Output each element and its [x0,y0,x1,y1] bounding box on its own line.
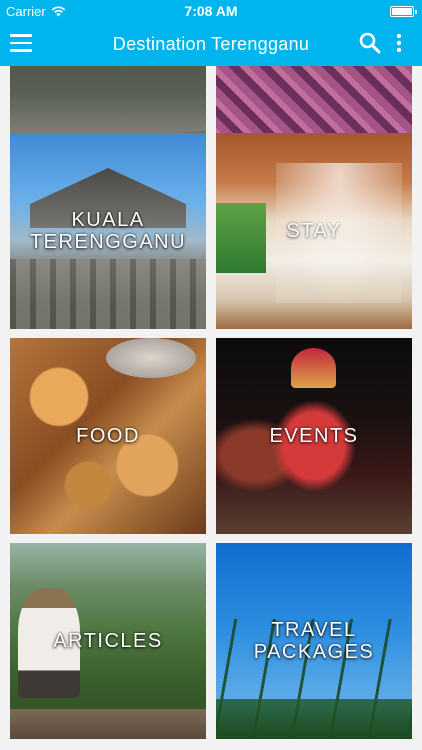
tile-label: STAY [286,220,342,242]
tile-label: TRAVEL PACKAGES [253,619,375,663]
tile-label: EVENTS [269,425,359,447]
tile-kuala-terengganu[interactable]: KUALA TERENGGANU [10,133,206,329]
tile-food[interactable]: FOOD [10,338,206,534]
search-icon[interactable] [358,31,382,55]
tile-travel-packages[interactable]: TRAVEL PACKAGES [216,543,412,739]
more-vertical-icon[interactable] [392,31,406,55]
status-time: 7:08 AM [184,3,238,19]
tile-label: FOOD [76,425,140,447]
tile-events[interactable]: EVENTS [216,338,412,534]
category-grid: KUALA TERENGGANU STAY FOOD EVENTS ARTICL… [0,66,422,750]
status-bar: Carrier 7:08 AM [0,0,422,22]
tile-articles[interactable]: ARTICLES [10,543,206,739]
app-bar: Destination Terengganu [0,22,422,66]
tile-label: KUALA TERENGGANU [29,209,187,253]
tile-stay[interactable]: STAY [216,133,412,329]
tile-label: ARTICLES [53,630,163,652]
battery-icon [390,6,417,17]
